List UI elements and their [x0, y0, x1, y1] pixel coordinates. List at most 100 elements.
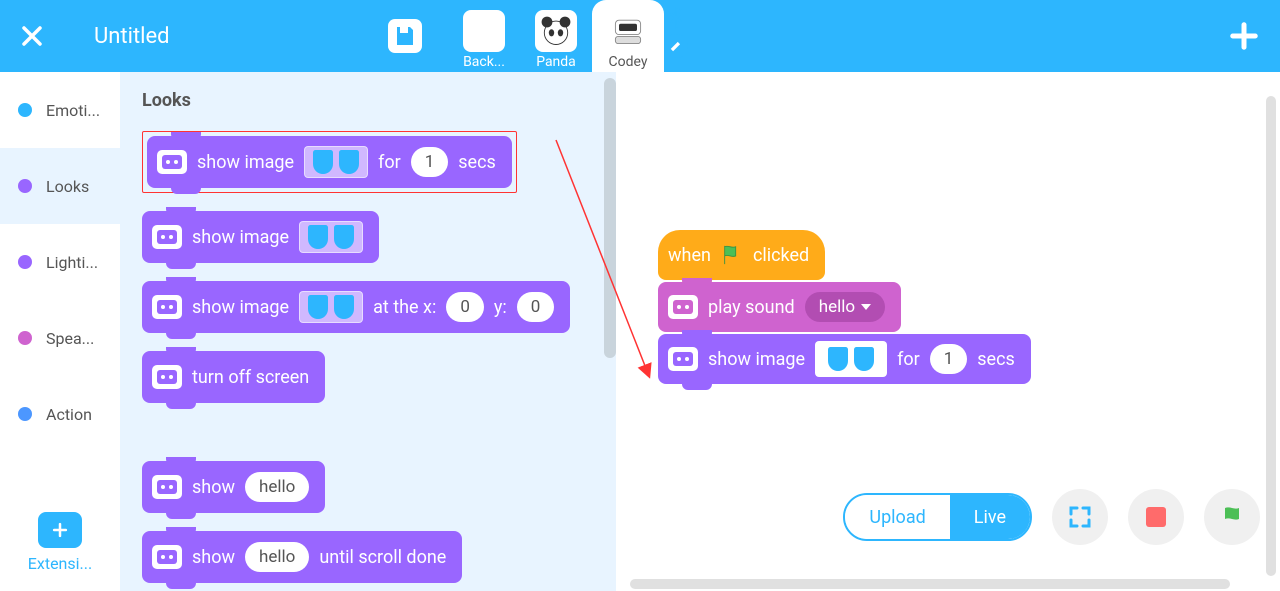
block-when-flag-clicked[interactable]: when clicked [658, 230, 825, 280]
highlight-box: show image for 1 secs [142, 131, 517, 193]
block-show-image-for-secs[interactable]: show image for 1 secs [658, 334, 1031, 384]
image-slot[interactable] [304, 146, 368, 178]
category-label: Action [46, 405, 92, 424]
device-tab-label: Codey [609, 54, 648, 70]
fullscreen-button[interactable] [1052, 489, 1108, 545]
plus-icon [1229, 21, 1259, 51]
block-show-text-scroll[interactable]: show hello until scroll done [142, 531, 462, 583]
panda-icon [535, 10, 577, 52]
category-dot [18, 331, 32, 345]
device-tab-backdrop[interactable]: Back... [448, 0, 520, 72]
codey-face-icon [152, 365, 182, 389]
block-show-image[interactable]: show image [142, 211, 379, 263]
block-text: show [192, 477, 235, 498]
text-input[interactable]: hello [245, 542, 309, 572]
bottom-controls: Upload Live [843, 489, 1260, 545]
device-tab-label: Back... [463, 54, 505, 70]
number-input[interactable]: 1 [411, 147, 449, 177]
project-title[interactable]: Untitled [94, 24, 170, 49]
live-mode-button[interactable]: Live [950, 495, 1030, 539]
upload-mode-button[interactable]: Upload [845, 495, 949, 539]
block-text: at the x: [373, 297, 436, 318]
codey-face-icon [152, 295, 182, 319]
image-slot[interactable] [815, 341, 887, 377]
extensions-button[interactable] [38, 512, 82, 548]
edit-device-button[interactable] [664, 34, 688, 58]
stop-icon [1146, 507, 1166, 527]
bluetooth-icon[interactable] [664, 6, 688, 30]
green-flag-icon [1220, 505, 1244, 529]
block-text: secs [977, 349, 1015, 370]
block-text: show image [197, 152, 294, 173]
block-text: show image [708, 349, 805, 370]
text-input[interactable]: hello [245, 472, 309, 502]
block-text: show [192, 547, 235, 568]
block-text: for [897, 349, 920, 370]
category-dot [18, 103, 32, 117]
codey-face-icon [152, 475, 182, 499]
image-slot[interactable] [299, 291, 363, 323]
number-input[interactable]: 0 [517, 292, 555, 322]
header-bar: Untitled Back... Panda Codey [0, 0, 1280, 72]
run-button[interactable] [1204, 489, 1260, 545]
add-device-button[interactable] [1222, 14, 1266, 58]
codey-icon [607, 10, 649, 52]
block-text: clicked [753, 245, 809, 266]
extensions-section: Extensi... [0, 494, 120, 591]
category-speaker[interactable]: Spea... [0, 300, 120, 376]
block-show-image-at-xy[interactable]: show image at the x: 0 y: 0 [142, 281, 570, 333]
image-slot[interactable] [299, 221, 363, 253]
fullscreen-icon [1068, 505, 1092, 529]
block-list: show image for 1 secs show image show im… [142, 131, 604, 583]
category-looks[interactable]: Looks [0, 148, 120, 224]
category-sidebar: Emoti... Looks Lighti... Spea... Action … [0, 72, 120, 591]
sound-dropdown[interactable]: hello [805, 292, 885, 322]
green-flag-icon [721, 244, 743, 266]
block-text: play sound [708, 297, 795, 318]
category-label: Looks [46, 177, 89, 196]
block-text: turn off screen [192, 367, 309, 388]
block-show-text[interactable]: show hello [142, 461, 325, 513]
codey-face-icon [668, 347, 698, 371]
codey-face-icon [668, 295, 698, 319]
category-label: Lighti... [46, 253, 98, 272]
device-tab-panda[interactable]: Panda [520, 0, 592, 72]
script-stack[interactable]: when clicked play sound hello show image… [658, 230, 1031, 386]
block-text: until scroll done [319, 547, 446, 568]
category-emotion[interactable]: Emoti... [0, 72, 120, 148]
block-text: when [668, 245, 711, 266]
canvas-scrollbar-vertical[interactable] [1266, 96, 1276, 576]
category-label: Spea... [46, 329, 94, 348]
save-button[interactable] [388, 19, 422, 53]
canvas-scrollbar-horizontal[interactable] [630, 579, 1230, 589]
extensions-label: Extensi... [10, 554, 110, 573]
category-dot [18, 179, 32, 193]
close-button[interactable] [14, 18, 50, 54]
block-palette: Looks show image for 1 secs show image [120, 72, 616, 591]
block-text: y: [494, 297, 507, 318]
backdrop-icon [463, 10, 505, 52]
codey-face-icon [152, 545, 182, 569]
device-badges [664, 6, 688, 58]
device-tab-codey[interactable]: Codey [592, 0, 664, 72]
block-play-sound[interactable]: play sound hello [658, 282, 901, 332]
stop-button[interactable] [1128, 489, 1184, 545]
block-text: for [378, 152, 401, 173]
category-dot [18, 255, 32, 269]
number-input[interactable]: 1 [930, 344, 968, 374]
save-icon [393, 24, 417, 48]
category-label: Emoti... [46, 101, 100, 120]
plus-icon [50, 520, 70, 540]
codey-face-icon [152, 225, 182, 249]
device-tab-label: Panda [536, 54, 576, 70]
palette-title: Looks [142, 90, 604, 111]
category-lighting[interactable]: Lighti... [0, 224, 120, 300]
number-input[interactable]: 0 [446, 292, 484, 322]
codey-face-icon [157, 150, 187, 174]
block-text: secs [458, 152, 496, 173]
block-text: show image [192, 227, 289, 248]
palette-scrollbar[interactable] [604, 78, 616, 358]
block-turn-off-screen[interactable]: turn off screen [142, 351, 325, 403]
category-action[interactable]: Action [0, 376, 120, 452]
block-show-image-for-secs[interactable]: show image for 1 secs [147, 136, 512, 188]
